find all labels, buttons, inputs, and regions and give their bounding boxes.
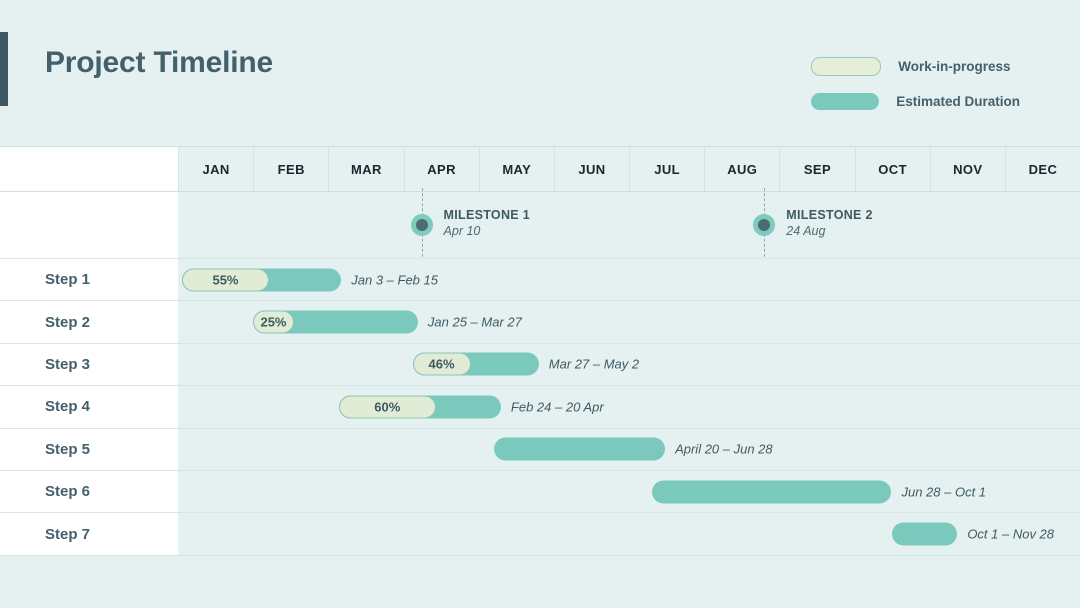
milestone-row: MILESTONE 1 Apr 10 MILESTONE 2 24 Aug <box>0 188 1080 262</box>
task-date-range: Jan 25 – Mar 27 <box>427 314 522 330</box>
milestone-date: 24 Aug <box>786 224 826 238</box>
task-progress-overlay: 55% <box>181 268 270 292</box>
task-duration-bar[interactable] <box>652 480 892 504</box>
legend-item-wip: Work-in-progress <box>811 52 1020 80</box>
task-duration-bar[interactable] <box>892 522 958 546</box>
task-track: 46% Mar 27 – May 2 <box>178 343 1080 386</box>
task-row[interactable]: Step 5 April 20 – Jun 28 <box>0 427 1080 470</box>
task-row[interactable]: Step 3 46% Mar 27 – May 2 <box>0 342 1080 386</box>
task-label: Step 4 <box>0 386 178 428</box>
milestone-dot-icon <box>410 214 433 236</box>
task-row[interactable]: Step 4 60% Feb 24 – 20 Apr <box>0 385 1080 428</box>
task-date-range: Jan 3 – Feb 15 <box>351 272 438 288</box>
timeline-canvas: Project Timeline Work-in-progress Estimat… <box>0 0 1080 608</box>
task-label: Step 2 <box>0 301 178 343</box>
task-track: 55% Jan 3 – Feb 15 <box>178 259 1080 301</box>
task-row[interactable]: Step 1 55% Jan 3 – Feb 15 <box>0 258 1080 301</box>
task-progress-label: 60% <box>374 399 401 415</box>
task-label: Step 7 <box>0 513 178 555</box>
milestone-text: MILESTONE 2 24 Aug <box>786 208 872 238</box>
month-header-sep: SEP <box>779 147 855 191</box>
task-track: Oct 1 – Nov 28 <box>178 513 1080 555</box>
task-track: 25% Jan 25 – Mar 27 <box>178 301 1080 343</box>
task-progress-label: 25% <box>260 314 287 330</box>
milestone-track: MILESTONE 1 Apr 10 MILESTONE 2 24 Aug <box>178 188 1080 262</box>
month-header-jul: JUL <box>629 147 705 191</box>
task-progress-label: 46% <box>428 356 455 372</box>
task-label: Step 1 <box>0 259 178 301</box>
task-duration-bar[interactable] <box>493 437 666 461</box>
title-accent-bar <box>0 32 8 106</box>
task-date-range: Mar 27 – May 2 <box>548 356 640 372</box>
month-header-jan: JAN <box>178 147 254 191</box>
task-label: Step 5 <box>0 428 178 470</box>
month-header-apr: APR <box>403 147 479 191</box>
legend-label: Work-in-progress <box>898 58 1011 74</box>
task-duration-bar[interactable]: 60% <box>338 395 501 419</box>
timeline-grid: JAN FEB MAR APR MAY JUN JUL AUG SEP OCT NOV DEC MIL… <box>0 146 1080 556</box>
task-progress-overlay: 25% <box>252 310 295 334</box>
task-date-range: Feb 24 – 20 Apr <box>510 399 604 415</box>
task-label: Step 3 <box>0 343 178 386</box>
task-duration-bar[interactable]: 55% <box>181 268 342 292</box>
month-header-nov: NOV <box>929 147 1005 191</box>
task-track: Jun 28 – Oct 1 <box>178 470 1080 513</box>
task-progress-overlay: 46% <box>412 352 471 376</box>
month-header-oct: OCT <box>854 147 930 191</box>
task-date-range: April 20 – Jun 28 <box>675 441 773 457</box>
milestone-name: MILESTONE 2 <box>786 208 873 222</box>
milestone-label-pad <box>0 192 178 258</box>
task-progress-overlay: 60% <box>338 395 436 419</box>
task-date-range: Jun 28 – Oct 1 <box>901 484 987 500</box>
task-date-range: Oct 1 – Nov 28 <box>967 526 1055 542</box>
milestone-text: MILESTONE 1 Apr 10 <box>444 208 530 238</box>
task-duration-bar[interactable]: 46% <box>412 352 539 376</box>
task-track: 60% Feb 24 – 20 Apr <box>178 386 1080 428</box>
task-row-list: Step 1 55% Jan 3 – Feb 15 Step 2 25% Jan 25 –… <box>0 258 1080 556</box>
legend-swatch-wip <box>811 56 882 76</box>
task-row[interactable]: Step 7 Oct 1 – Nov 28 <box>0 512 1080 556</box>
task-progress-label: 55% <box>212 272 239 288</box>
month-header-feb: FEB <box>253 147 329 191</box>
month-header-jun: JUN <box>553 147 630 191</box>
header-corner-cell <box>0 147 178 191</box>
legend-label: Estimated Duration <box>896 93 1020 109</box>
month-header-row: JAN FEB MAR APR MAY JUN JUL AUG SEP OCT NOV DEC <box>0 146 1080 192</box>
task-row[interactable]: Step 2 25% Jan 25 – Mar 27 <box>0 300 1080 343</box>
task-track: April 20 – Jun 28 <box>178 428 1080 470</box>
milestone-name: MILESTONE 1 <box>443 208 530 222</box>
month-header-mar: MAR <box>328 147 404 191</box>
month-header-dec: DEC <box>1004 147 1080 191</box>
task-label: Step 6 <box>0 470 178 513</box>
month-header-aug: AUG <box>704 147 780 191</box>
milestone-dot-icon <box>753 214 776 236</box>
task-duration-bar[interactable]: 25% <box>252 310 418 334</box>
task-row[interactable]: Step 6 Jun 28 – Oct 1 <box>0 469 1080 513</box>
legend-swatch-dur <box>811 92 880 110</box>
legend: Work-in-progress Estimated Duration <box>811 52 1020 122</box>
month-header-may: MAY <box>478 147 554 191</box>
legend-item-dur: Estimated Duration <box>811 87 1020 115</box>
milestone-date: Apr 10 <box>443 224 481 238</box>
page-title: Project Timeline <box>45 46 273 79</box>
